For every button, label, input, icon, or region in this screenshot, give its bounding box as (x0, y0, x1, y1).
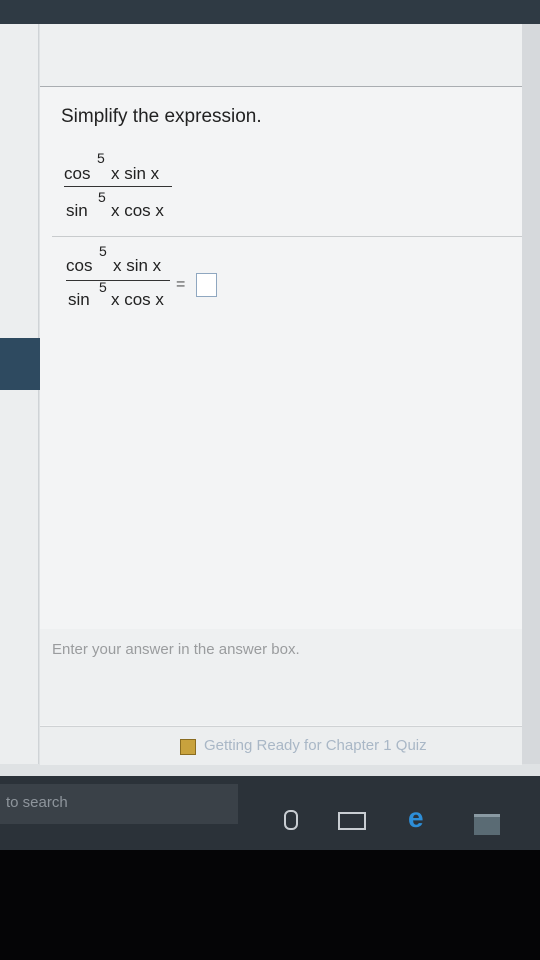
edge-icon[interactable]: e (408, 802, 424, 834)
answer-numerator-exponent: 5 (99, 243, 107, 259)
mic-icon[interactable] (284, 810, 298, 830)
monitor-bezel (0, 850, 540, 960)
taskbar: to search e (0, 776, 540, 850)
question-prompt: Simplify the expression. (61, 106, 262, 127)
answer-fraction-bar (66, 280, 170, 281)
right-strip (522, 24, 540, 764)
numerator-exponent: 5 (97, 150, 105, 166)
taskbar-search-box[interactable]: to search (0, 784, 238, 824)
denominator-exponent: 5 (98, 189, 106, 205)
divider (52, 236, 522, 237)
numerator-function: cos (64, 164, 91, 183)
fraction-bar (64, 186, 172, 187)
answer-hint: Enter your answer in the answer box. (52, 641, 300, 658)
side-tab[interactable] (0, 338, 40, 390)
denominator-rest: x cos x (111, 201, 164, 220)
store-icon[interactable] (474, 814, 500, 835)
quiz-icon (180, 739, 196, 755)
answer-numerator-function: cos (66, 256, 93, 275)
answer-denominator: sin 5 x cos x (68, 279, 164, 310)
panel-header (40, 24, 522, 87)
search-placeholder: to search (6, 794, 68, 811)
quiz-link[interactable]: Getting Ready for Chapter 1 Quiz (204, 737, 427, 754)
screen: Simplify the expression. cos 5 x sin x s… (0, 0, 540, 850)
numerator-rest: x sin x (111, 164, 160, 183)
answer-denominator-exponent: 5 (99, 279, 107, 295)
task-view-icon[interactable] (338, 812, 366, 830)
top-bar (0, 0, 540, 24)
answer-input-box[interactable] (196, 273, 217, 297)
answer-numerator: cos 5 x sin x (66, 243, 161, 276)
fraction-denominator: sin 5 x cos x (66, 189, 164, 221)
answer-denominator-rest: x cos x (111, 290, 164, 309)
question-panel: Simplify the expression. cos 5 x sin x s… (40, 24, 522, 764)
answer-denominator-function: sin (68, 290, 90, 309)
left-strip (0, 24, 39, 764)
denominator-function: sin (66, 201, 88, 220)
fraction-numerator: cos 5 x sin x (64, 150, 159, 184)
equals-sign: = (176, 276, 186, 293)
answer-numerator-rest: x sin x (113, 256, 162, 275)
quiz-bar: Getting Ready for Chapter 1 Quiz (40, 727, 522, 765)
